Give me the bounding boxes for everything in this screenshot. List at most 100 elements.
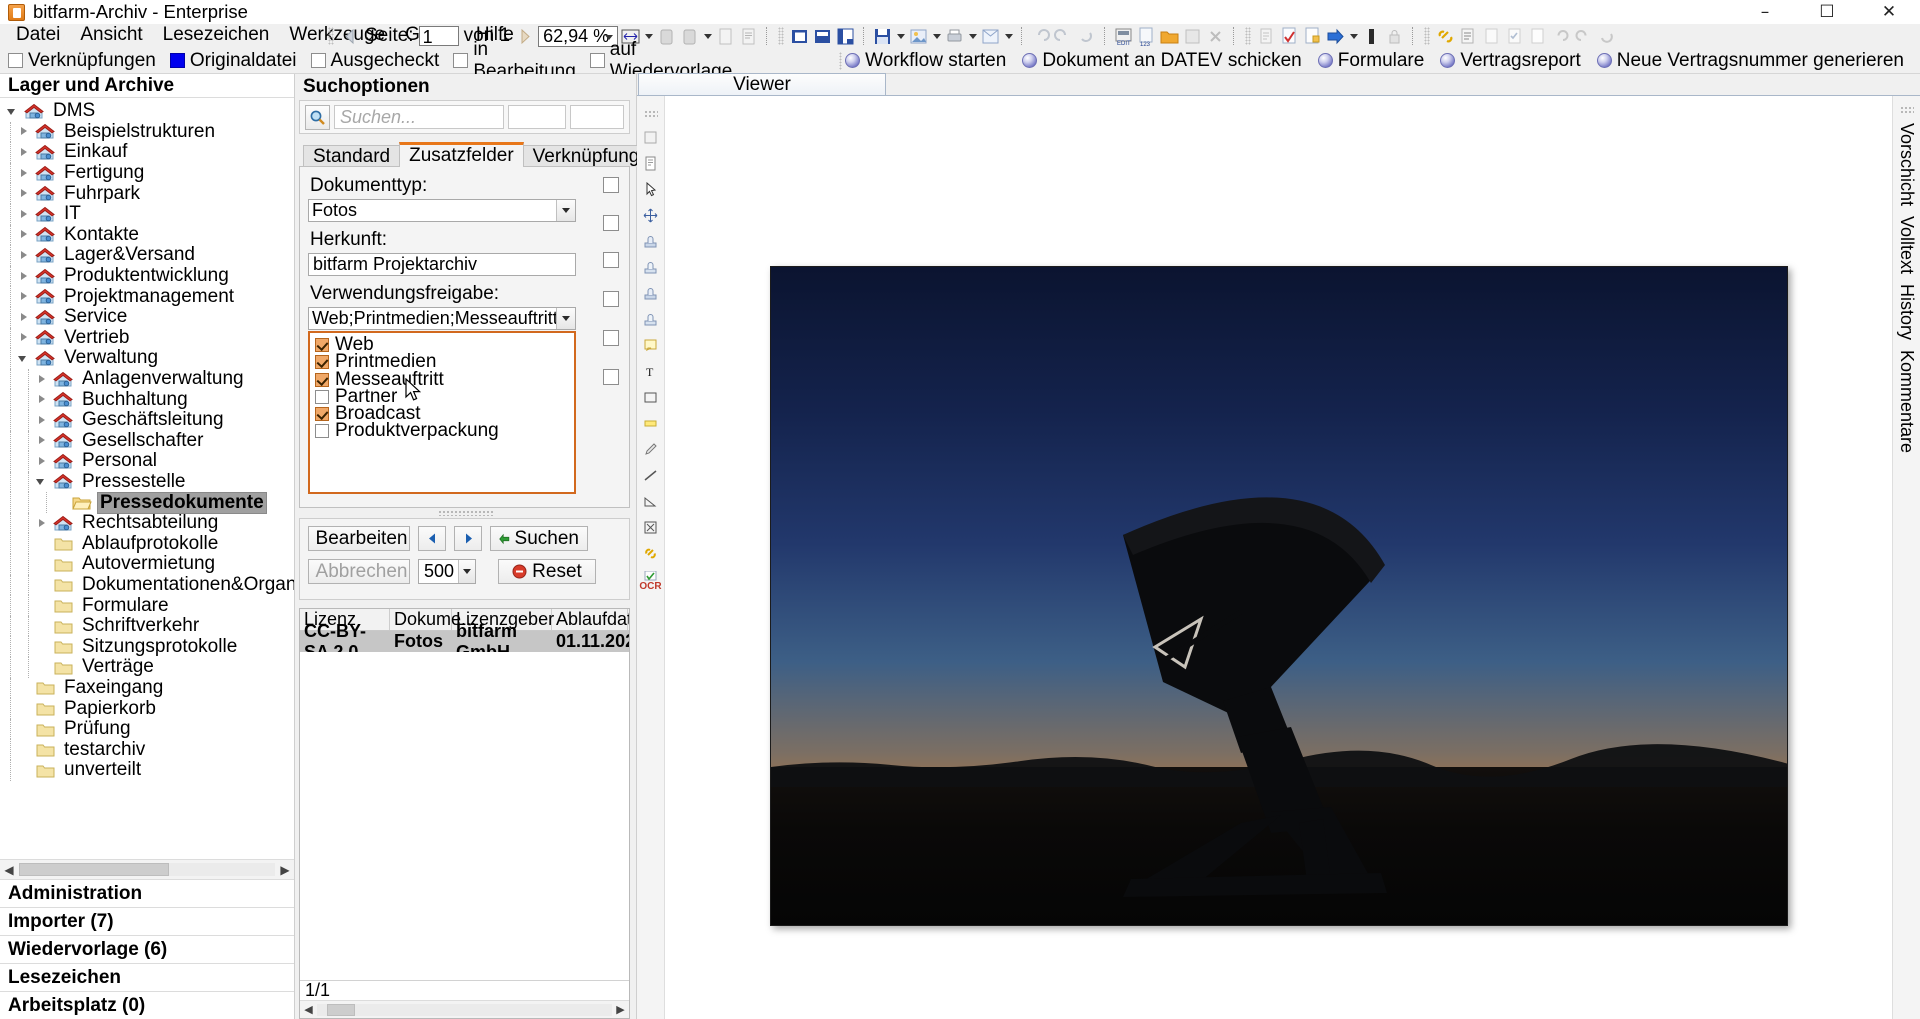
tree-toggle[interactable]	[11, 250, 35, 261]
result-limit-combo[interactable]: 500	[418, 559, 476, 584]
checkbox-produktverpackung[interactable]	[315, 424, 329, 439]
panel-splitter[interactable]	[295, 508, 636, 518]
close-button[interactable]: ✕	[1858, 0, 1920, 24]
tree-item-faxeingang[interactable]: Faxeingang	[0, 677, 294, 699]
tree-item-anlagenverwaltung[interactable]: Anlagenverwaltung	[0, 368, 294, 390]
checkbox-messeauftritt[interactable]	[315, 372, 329, 387]
tree-item-schriftverkehr[interactable]: Schriftverkehr	[0, 615, 294, 637]
search-button[interactable]	[305, 104, 330, 130]
text-icon[interactable]: T	[641, 361, 661, 381]
enable-extra3-checkbox[interactable]	[603, 369, 619, 385]
tree-item-projektmanagement[interactable]: Projektmanagement	[0, 286, 294, 307]
edit-button[interactable]: Bearbeiten	[308, 526, 410, 551]
mail-attach-icon[interactable]	[980, 26, 1001, 47]
results-scroll-thumb[interactable]	[327, 1003, 355, 1016]
tree-item-fertigung[interactable]: Fertigung	[0, 162, 294, 184]
toolbar-grip-2[interactable]	[778, 27, 785, 45]
table-row[interactable]: CC-BY-SA 2.0 Fotos bitfarm GmbH 01.11.20…	[300, 621, 629, 662]
tree-item-einkauf[interactable]: Einkauf	[0, 141, 294, 163]
tree-item-lager-versand[interactable]: Lager&Versand	[0, 244, 294, 266]
flag-ausgecheckt[interactable]: Ausgecheckt	[310, 50, 439, 72]
enable-extra1-checkbox[interactable]	[603, 291, 619, 307]
verwendungsfreigabe-combo[interactable]: Web;Printmedien;Messeauftritt;Broadcast	[308, 307, 576, 330]
save-icon[interactable]	[872, 26, 893, 47]
tree-toggle[interactable]	[29, 456, 53, 467]
workflow-start[interactable]: Workflow starten	[845, 50, 1006, 72]
results-scroll-right-button[interactable]: ▶	[612, 1002, 629, 1018]
results-empty-area[interactable]	[300, 652, 629, 980]
side-tabs-grip[interactable]	[1899, 106, 1914, 113]
scroll-thumb[interactable]	[19, 863, 169, 876]
dokumenttyp-combo[interactable]: Fotos	[308, 199, 576, 222]
search-submit-button[interactable]: Suchen	[490, 526, 588, 551]
print-dropdown-icon[interactable]	[967, 26, 978, 46]
tree-item-it[interactable]: IT	[0, 203, 294, 225]
checkbox-ausgecheckt[interactable]	[310, 53, 326, 68]
tab-verknuepfung[interactable]: Verknüpfung	[522, 145, 650, 167]
menu-ansicht[interactable]: Ansicht	[70, 23, 152, 47]
tree-item-service[interactable]: Service	[0, 306, 294, 328]
delete-icon[interactable]	[641, 517, 661, 537]
menu-lesezeichen[interactable]: Lesezeichen	[153, 23, 280, 47]
flag-originaldatei[interactable]: Originaldatei	[169, 50, 297, 72]
save-dropdown-icon[interactable]	[895, 26, 906, 46]
link-icon[interactable]	[641, 543, 661, 563]
checkbox-auf-wiedervorlage[interactable]	[589, 53, 605, 68]
accordion-importer-7-[interactable]: Importer (7)	[0, 907, 294, 935]
chevron-down-icon[interactable]	[556, 308, 575, 329]
tree-item-unverteilt[interactable]: unverteilt	[0, 759, 294, 781]
side-tab-kommentare[interactable]: Kommentare	[1896, 350, 1917, 453]
export-image-icon[interactable]	[908, 26, 929, 47]
rect-icon[interactable]	[641, 387, 661, 407]
column-header-ablaufdatum[interactable]: Ablaufdatum	[552, 609, 629, 630]
tree-item-pr-fung[interactable]: Prüfung	[0, 718, 294, 740]
minimize-button[interactable]: –	[1734, 0, 1796, 24]
viewer-canvas[interactable]	[665, 96, 1892, 1019]
tree-horizontal-scrollbar[interactable]: ◀ ▶	[0, 859, 294, 879]
tree-toggle[interactable]	[11, 312, 35, 323]
side-tab-history[interactable]: History	[1896, 284, 1917, 340]
results-scroll-left-button[interactable]: ◀	[300, 1002, 317, 1018]
tree-item-papierkorb[interactable]: Papierkorb	[0, 698, 294, 719]
archive-tree[interactable]: DMS Beispielstrukturen Einkauf Fertigung Fuh…	[0, 98, 294, 859]
page-numbering-icon[interactable]: 123	[1136, 26, 1157, 47]
accordion-arbeitsplatz-0-[interactable]: Arbeitsplatz (0)	[0, 991, 294, 1019]
scroll-right-button[interactable]: ▶	[276, 861, 294, 879]
layout-split-icon[interactable]	[812, 26, 833, 47]
workflow-toolbar-grip[interactable]	[838, 51, 843, 70]
checkbox-web[interactable]	[315, 338, 329, 353]
side-tab-vorschicht[interactable]: Vorschicht	[1896, 123, 1917, 206]
tree-item-personal[interactable]: Personal	[0, 450, 294, 472]
tree-toggle[interactable]	[11, 147, 35, 158]
chevron-down-icon[interactable]	[556, 200, 575, 221]
tab-viewer[interactable]: Viewer	[638, 73, 886, 95]
checkbox-in-bearbeitung[interactable]	[453, 53, 469, 68]
tree-toggle[interactable]	[29, 394, 53, 405]
tree-item-verwaltung[interactable]: Verwaltung	[0, 347, 294, 369]
move-document-icon[interactable]	[1325, 26, 1346, 47]
stamp3-icon[interactable]	[641, 283, 661, 303]
search-field-secondary[interactable]	[508, 105, 566, 129]
workflow-vertragsreport[interactable]: Vertragsreport	[1440, 50, 1581, 72]
tree-item-rechtsabteilung[interactable]: Rechtsabteilung	[0, 512, 294, 534]
tree-item-testarchiv[interactable]: testarchiv	[0, 739, 294, 760]
herkunft-input[interactable]: bitfarm Projektarchiv	[308, 253, 576, 276]
workflow-datev[interactable]: Dokument an DATEV schicken	[1022, 50, 1302, 72]
checkbox-originaldatei[interactable]	[169, 53, 185, 68]
tree-toggle[interactable]	[11, 168, 35, 179]
checkbox-partner[interactable]	[315, 389, 329, 404]
search-field-tertiary[interactable]	[570, 105, 624, 129]
tab-standard[interactable]: Standard	[303, 145, 401, 167]
side-tab-volltext[interactable]: Volltext	[1896, 216, 1917, 274]
menu-datei[interactable]: Datei	[6, 23, 70, 47]
tree-item-gesellschafter[interactable]: Gesellschafter	[0, 430, 294, 452]
accordion-administration[interactable]: Administration	[0, 879, 294, 907]
ocr-icon[interactable]: OCR	[639, 569, 662, 593]
tree-toggle[interactable]	[11, 271, 35, 282]
toolbar-grip[interactable]	[328, 27, 334, 45]
layout-side-icon[interactable]	[835, 26, 856, 47]
reset-button[interactable]: Reset	[498, 559, 596, 584]
tree-toggle[interactable]	[29, 518, 53, 529]
move-dropdown-icon[interactable]	[1348, 26, 1359, 46]
workflow-formulare[interactable]: Formulare	[1317, 50, 1424, 72]
